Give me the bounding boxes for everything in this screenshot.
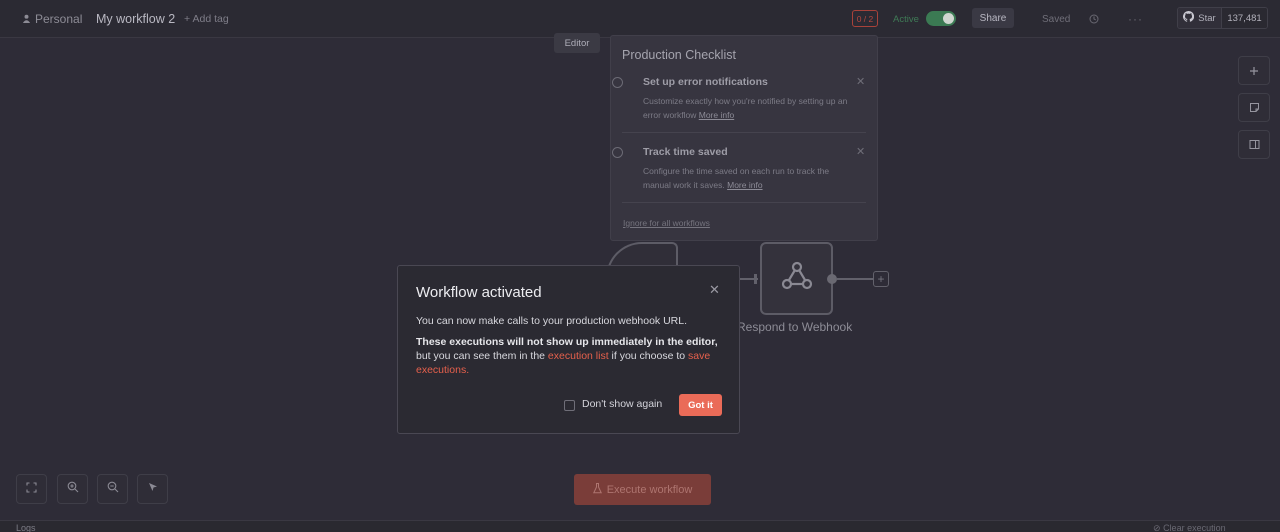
more-info-link[interactable]: More info [727,180,762,190]
node-label: Respond to Webhook [737,320,853,334]
logs-bar[interactable] [0,520,1280,532]
checklist-item-title[interactable]: Track time saved [643,146,728,158]
saved-status: Saved [1042,13,1071,25]
clear-execution-label: Clear execution [1163,523,1226,532]
workflow-activated-dialog: Workflow activated ✕ You can now make ca… [397,265,740,434]
trash-icon: ⊘ [1153,523,1161,532]
workflow-title[interactable]: My workflow 2 [96,0,175,38]
respond-to-webhook-node[interactable] [760,242,833,315]
got-it-button[interactable]: Got it [679,394,722,416]
execute-workflow-button[interactable]: Execute workflow [574,474,711,505]
sticky-note-button[interactable] [1238,93,1270,122]
github-star-label: Star [1198,12,1216,24]
cursor-icon [147,480,159,498]
output-handle[interactable] [827,274,837,284]
history-icon[interactable] [1089,0,1099,38]
share-button[interactable]: Share [972,8,1014,28]
close-icon[interactable]: ✕ [856,75,865,88]
more-icon[interactable]: ··· [1128,0,1143,38]
divider [622,132,866,133]
dialog-message: You can now make calls to your productio… [416,315,688,327]
dialog-details-bold: These executions will not show up immedi… [416,336,718,348]
dialog-details-text: if you choose to [611,350,686,362]
execute-workflow-label: Execute workflow [606,483,693,496]
connection-line [837,278,873,280]
checklist-item-title[interactable]: Set up error notifications [643,76,768,88]
note-icon [1249,100,1260,116]
panel-icon [1249,137,1260,153]
github-star-widget[interactable]: Star 137,481 [1177,7,1268,29]
github-star-count: 137,481 [1221,8,1267,28]
toggle-knob [943,13,954,24]
checklist-item-description: Configure the time saved on each run to … [643,164,857,192]
connection-arrow [754,274,757,284]
close-icon[interactable]: ✕ [856,145,865,158]
project-name: Personal [35,12,83,26]
fit-view-icon [26,480,37,498]
dialog-details: These executions will not show up immedi… [416,335,726,377]
add-node-button[interactable] [1238,56,1270,85]
checklist-title: Production Checklist [622,48,736,62]
dont-show-again-label[interactable]: Don't show again [582,398,662,410]
tab-editor[interactable]: Editor [554,33,600,53]
zoom-out-icon [107,480,119,498]
close-icon[interactable]: ✕ [709,282,720,298]
webhook-icon [780,260,814,297]
top-bar: Personal My workflow 2 + Add tag 0 / 2 A… [0,0,1280,38]
checklist-item-circle-icon[interactable] [612,77,623,88]
logs-label[interactable]: Logs [16,523,36,532]
dialog-title: Workflow activated [416,284,542,301]
ignore-all-link[interactable]: Ignore for all workflows [623,218,710,228]
active-label: Active [893,13,919,25]
more-info-link[interactable]: More info [699,110,734,120]
toggle-panel-button[interactable] [1238,130,1270,159]
plus-icon [1249,63,1259,79]
production-checklist: Production Checklist Set up error notifi… [610,35,878,241]
zoom-in-icon [67,480,79,498]
divider [622,202,866,203]
checklist-item-circle-icon[interactable] [612,147,623,158]
github-star-button[interactable]: Star [1178,8,1221,28]
add-next-node-icon[interactable]: + [873,271,889,287]
dialog-details-text: but you can see them in the [416,350,545,362]
active-toggle[interactable] [926,11,956,26]
add-tag-button[interactable]: + Add tag [184,0,229,38]
fit-view-button[interactable] [16,474,47,504]
zoom-out-button[interactable] [97,474,128,504]
dont-show-again-checkbox[interactable] [564,400,575,411]
error-badge[interactable]: 0 / 2 [852,10,878,27]
execution-list-link[interactable]: execution list [548,350,609,362]
flask-icon [592,482,602,497]
clear-execution-button[interactable]: ⊘ Clear execution [1153,523,1226,532]
zoom-in-button[interactable] [57,474,88,504]
checklist-item-desc-text: Customize exactly how you're notified by… [643,96,848,120]
github-icon [1183,10,1195,25]
tidy-up-button[interactable] [137,474,168,504]
checklist-item-description: Customize exactly how you're notified by… [643,94,857,122]
project-breadcrumb[interactable]: Personal [22,0,82,38]
user-icon [22,12,31,26]
